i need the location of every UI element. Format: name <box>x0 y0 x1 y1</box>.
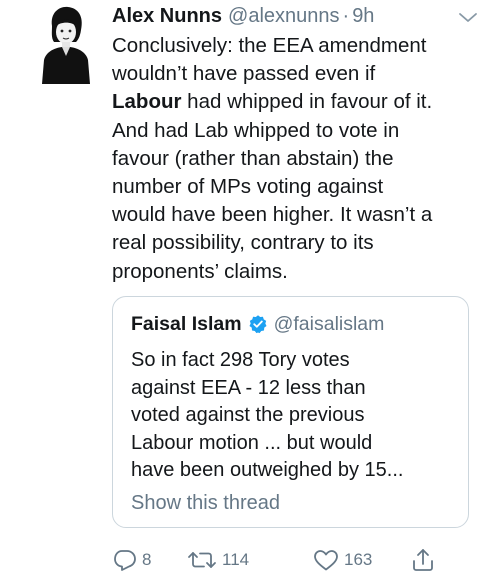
reply-button[interactable]: 8 <box>112 546 151 574</box>
tweet-text-line: Conclusively: the EEA amendment <box>112 32 484 60</box>
retweet-button[interactable]: 114 <box>186 546 249 574</box>
quoted-text-line: voted against the previous <box>131 404 365 426</box>
share-icon <box>413 549 433 571</box>
separator: · <box>342 5 350 27</box>
reply-icon <box>114 550 136 571</box>
like-count: 163 <box>344 550 373 569</box>
quoted-tweet-header: Faisal Islam @faisalislam <box>131 311 461 337</box>
heart-icon <box>314 550 338 571</box>
text-segment: number of MPs voting against <box>112 175 384 199</box>
retweet-icon <box>188 552 216 568</box>
text-segment: would have been higher. It wasn’t a <box>112 203 433 227</box>
tweet-content: Alex Nunns @alexnunns · 9h Conclusively:… <box>112 2 484 286</box>
text-segment: had whipped in favour of it. <box>181 90 433 114</box>
timestamp[interactable]: 9h <box>352 2 374 30</box>
text-segment: proponents’ claims. <box>112 259 288 283</box>
tweet: Alex Nunns @alexnunns · 9h Conclusively:… <box>0 0 496 581</box>
avatar[interactable] <box>34 4 96 84</box>
retweet-count: 114 <box>222 550 250 569</box>
text-segment: And had Lab whipped to vote in <box>112 118 400 142</box>
show-thread-link[interactable]: Show this thread <box>131 489 461 517</box>
tweet-text-line: And had Lab whipped to vote in <box>112 117 484 145</box>
author-name[interactable]: Alex Nunns <box>112 2 222 30</box>
quoted-tweet-inner: Faisal Islam @faisalislam So in fact 298… <box>131 311 461 517</box>
author-handle[interactable]: @alexnunns <box>228 2 339 30</box>
tweet-text-line: real possibility, contrary to its <box>112 229 484 257</box>
chevron-down-icon[interactable] <box>456 10 480 26</box>
tweet-text-line: would have been higher. It wasn’t a <box>112 201 484 229</box>
reply-count: 8 <box>142 550 152 569</box>
text-segment: favour (rather than abstain) the <box>112 146 394 170</box>
quoted-author-handle: @faisalislam <box>273 313 385 335</box>
tweet-text-line: favour (rather than abstain) the <box>112 145 484 173</box>
bold-text-segment: Labour <box>112 90 182 114</box>
text-segment: Conclusively: the EEA amendment <box>112 34 427 57</box>
quoted-text-line: have been outweighed by 15... <box>131 459 404 481</box>
quoted-text-line: So in fact 298 Tory votes <box>131 349 350 371</box>
tweet-actions: 8 114 163 <box>112 546 452 574</box>
quoted-tweet-text: So in fact 298 Tory votes against EEA - … <box>131 347 461 485</box>
verified-badge-icon <box>249 315 267 334</box>
text-segment: real possibility, contrary to its <box>112 231 374 255</box>
quoted-author-name: Faisal Islam <box>131 313 242 335</box>
tweet-text-line: Labour had whipped in favour of it. <box>112 88 484 116</box>
quoted-text-line: against EEA - 12 less than <box>131 376 366 399</box>
text-segment: wouldn’t have passed even if <box>112 62 376 86</box>
tweet-header: Alex Nunns @alexnunns · 9h <box>112 2 484 30</box>
like-button[interactable]: 163 <box>312 546 372 574</box>
share-button[interactable] <box>410 546 436 574</box>
tweet-text-line: proponents’ claims. <box>112 258 484 286</box>
tweet-text-line: number of MPs voting against <box>112 173 484 201</box>
tweet-text: Conclusively: the EEA amendment wouldn’t… <box>112 32 484 286</box>
quoted-text-line: Labour motion ... but would <box>131 431 373 454</box>
tweet-text-line: wouldn’t have passed even if <box>112 60 484 88</box>
quoted-tweet[interactable]: Faisal Islam @faisalislam So in fact 298… <box>112 296 469 528</box>
